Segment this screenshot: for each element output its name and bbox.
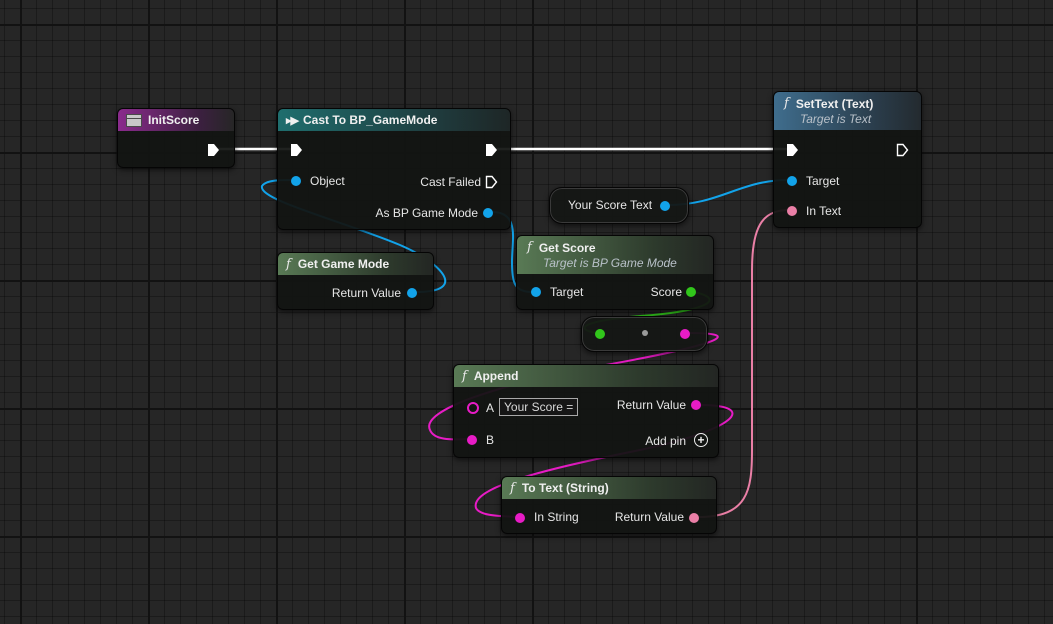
conversion-in-pin[interactable] <box>595 329 605 339</box>
add-pin-icon[interactable]: + <box>694 433 708 447</box>
in-string-in-pin[interactable] <box>515 513 525 523</box>
add-pin-label: Add pin <box>645 434 686 448</box>
object-in-pin[interactable] <box>291 176 301 186</box>
return-value-label: Return Value <box>614 510 684 524</box>
set-text-node[interactable]: f SetText (Text) Target is Text Target I… <box>773 91 922 228</box>
get-game-mode-node[interactable]: f Get Game Mode Return Value <box>277 252 434 310</box>
to-text-header: f To Text (String) <box>502 477 716 499</box>
in-string-label: In String <box>534 510 579 524</box>
return-value-out-pin[interactable] <box>689 513 699 523</box>
to-text-string-node[interactable]: f To Text (String) In String Return Valu… <box>501 476 717 534</box>
initscore-title: InitScore <box>148 113 200 127</box>
return-value-label: Return Value <box>616 398 686 412</box>
as-gamemode-out-pin[interactable] <box>483 208 493 218</box>
b-in-pin[interactable] <box>467 435 477 445</box>
exec-out-pin[interactable] <box>485 143 498 157</box>
get-score-subtitle: Target is BP Game Mode <box>543 256 677 270</box>
target-in-pin[interactable] <box>531 287 541 297</box>
get-score-node[interactable]: f Get Score Target is BP Game Mode Targe… <box>516 235 714 310</box>
a-label: A <box>486 401 495 415</box>
score-out-pin[interactable] <box>686 287 696 297</box>
target-label: Target <box>806 174 840 188</box>
object-pin-label: Object <box>310 174 345 188</box>
b-label: B <box>486 433 495 447</box>
score-label: Score <box>650 285 682 299</box>
exec-in-pin[interactable] <box>290 143 303 157</box>
cast-failed-exec-pin[interactable] <box>485 175 498 189</box>
event-grid-icon <box>126 113 142 127</box>
cast-title: Cast To BP_GameMode <box>302 113 438 127</box>
function-icon: f <box>462 368 467 384</box>
get-score-header: f Get Score Target is BP Game Mode <box>517 236 713 274</box>
in-text-label: In Text <box>806 204 842 218</box>
a-in-pin[interactable] <box>467 402 479 414</box>
return-value-out-pin[interactable] <box>407 288 417 298</box>
your-score-text-label: Your Score Text <box>568 198 653 212</box>
target-in-pin[interactable] <box>787 176 797 186</box>
return-value-label: Return Value <box>331 286 401 300</box>
in-text-in-pin[interactable] <box>787 206 797 216</box>
exec-out-pin[interactable] <box>896 143 909 157</box>
append-header: f Append <box>454 365 718 387</box>
target-label: Target <box>550 285 584 299</box>
conversion-dot-icon <box>642 330 648 336</box>
append-node[interactable]: f Append A Your Score = Return Value B A… <box>453 364 719 458</box>
a-value-input[interactable]: Your Score = <box>499 398 579 416</box>
to-text-title: To Text (String) <box>521 481 609 495</box>
your-score-text-variable-node[interactable]: Your Score Text <box>549 187 689 224</box>
exec-out-pin[interactable] <box>207 143 220 157</box>
initscore-event-node[interactable]: InitScore <box>117 108 235 168</box>
set-text-subtitle: Target is Text <box>800 112 872 126</box>
get-game-mode-header: f Get Game Mode <box>278 253 433 275</box>
get-game-mode-title: Get Game Mode <box>297 257 390 271</box>
cast-header: ▸▶ Cast To BP_GameMode <box>278 109 510 131</box>
set-text-title: SetText (Text) <box>795 96 874 111</box>
set-text-header: f SetText (Text) Target is Text <box>774 92 921 130</box>
cast-to-gamemode-node[interactable]: ▸▶ Cast To BP_GameMode Object Cast Faile… <box>277 108 511 230</box>
int-to-string-conversion-node[interactable] <box>581 316 708 352</box>
function-icon: f <box>784 96 789 111</box>
variable-out-pin[interactable] <box>660 201 670 211</box>
function-icon: f <box>527 240 532 255</box>
get-score-title: Get Score <box>538 240 596 255</box>
cast-failed-label: Cast Failed <box>420 175 481 189</box>
append-title: Append <box>473 369 519 383</box>
initscore-header: InitScore <box>118 109 234 131</box>
as-gamemode-label: As BP Game Mode <box>375 206 479 220</box>
function-icon: f <box>510 480 515 496</box>
return-value-out-pin[interactable] <box>691 400 701 410</box>
function-icon: f <box>286 256 291 272</box>
cast-icon: ▸▶ <box>286 114 299 127</box>
conversion-out-pin[interactable] <box>680 329 690 339</box>
exec-in-pin[interactable] <box>786 143 799 157</box>
